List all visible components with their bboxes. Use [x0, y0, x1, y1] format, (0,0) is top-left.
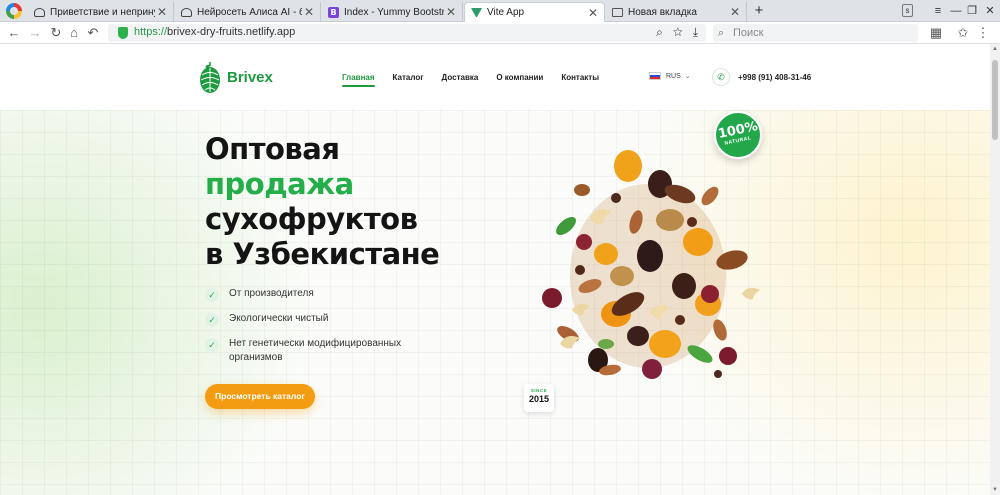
tab-label: Vite App — [487, 7, 525, 18]
nav-item-catalog[interactable]: Каталог — [393, 73, 424, 87]
feature-text: Нет генетически модифицированных организ… — [229, 338, 402, 363]
extensions-icon[interactable]: ⋮ — [975, 25, 991, 41]
close-tab-icon[interactable]: ✕ — [728, 5, 742, 19]
site-header: Brivex Главная Каталог Доставка О компан… — [0, 44, 990, 110]
since-label: SINCE — [530, 388, 548, 393]
russia-flag-icon — [649, 72, 661, 80]
feature-text: От производителя — [229, 288, 314, 299]
language-label: RUS — [666, 72, 681, 80]
bootstrap-icon: B — [328, 6, 339, 18]
check-icon: ✓ — [205, 338, 219, 352]
zoom-search-icon[interactable]: ⌕ — [656, 25, 663, 39]
cloud-icon — [34, 7, 45, 17]
close-tab-icon[interactable]: ✕ — [155, 5, 169, 19]
pinecone-logo-icon — [200, 61, 220, 93]
hero-title-line: в Узбекистане — [205, 237, 440, 271]
tab-manager-icon[interactable]: s — [902, 4, 913, 17]
main-nav: Главная Каталог Доставка О компании Конт… — [342, 73, 617, 87]
hero-title-accent: продажа — [205, 167, 354, 201]
url-actions: ⌕ ☆ ⤓ — [656, 25, 698, 40]
maximize-icon[interactable]: ❐ — [964, 3, 980, 19]
natural-badge: 100% NATURAL — [714, 111, 762, 159]
scrollbar-thumb[interactable] — [992, 60, 998, 140]
feature-text: Экологически чистый — [229, 313, 329, 324]
page-scrollbar[interactable]: ▲ ▼ — [990, 44, 1000, 495]
since-badge: SINCE 2015 — [524, 384, 554, 412]
reload-icon[interactable]: ↻ — [48, 25, 64, 41]
download-icon[interactable]: ⤓ — [693, 25, 698, 39]
tab-label: Нейросеть Алиса AI - бесплатно — [197, 6, 302, 18]
phone-number: +998 (91) 408-31-46 — [738, 72, 812, 82]
home-icon[interactable]: ⌂ — [66, 25, 82, 41]
url-protocol: https:// — [134, 26, 168, 38]
language-selector[interactable]: RUS ⌄ — [649, 72, 691, 80]
new-tab-button[interactable]: + — [750, 2, 768, 20]
menu-icon[interactable]: ≡ — [930, 3, 946, 19]
forward-icon[interactable]: → — [27, 25, 43, 41]
feature-item: ✓ Нет генетически модифицированных орган… — [205, 337, 404, 365]
tab-label: Новая вкладка — [628, 6, 697, 18]
search-icon: ⌕ — [718, 27, 725, 39]
dried-fruits-image — [542, 150, 760, 379]
fruit-cluster — [542, 150, 760, 379]
nav-item-home[interactable]: Главная — [342, 73, 375, 87]
back-icon[interactable]: ← — [6, 25, 22, 41]
browser-tab[interactable]: Новая вкладка ✕ — [606, 2, 747, 22]
close-tab-icon[interactable]: ✕ — [302, 5, 316, 19]
chevron-down-icon: ⌄ — [684, 73, 691, 80]
brand-logo[interactable]: Brivex — [199, 60, 273, 94]
url-text: https://brivex-dry-fruits.netlify.app — [134, 26, 295, 38]
favorites-icon[interactable]: ✩ — [955, 25, 971, 41]
browser-tab-active[interactable]: Vite App ✕ — [464, 2, 605, 22]
feature-item: ✓ От производителя — [205, 287, 404, 302]
vite-icon — [471, 8, 482, 17]
url-field[interactable]: https://brivex-dry-fruits.netlify.app ⌕ … — [108, 24, 706, 42]
minimize-icon[interactable]: — — [948, 3, 964, 19]
scroll-down-icon[interactable]: ▼ — [991, 487, 999, 493]
yandex-browser-logo-icon[interactable] — [6, 3, 22, 19]
tab-label: Приветствие и непринуждённый — [50, 6, 155, 18]
phone-contact[interactable]: ✆ +998 (91) 408-31-46 — [712, 68, 811, 86]
since-year: 2015 — [528, 394, 550, 404]
search-placeholder: Поиск — [733, 27, 764, 39]
view-catalog-button[interactable]: Просмотреть каталог — [205, 384, 315, 409]
browser-tab[interactable]: Приветствие и непринуждённый ✕ — [28, 2, 174, 22]
browser-tab-bar: Приветствие и непринуждённый ✕ Нейросеть… — [0, 0, 1000, 22]
nav-item-about[interactable]: О компании — [496, 73, 543, 87]
feature-list: ✓ От производителя ✓ Экологически чистый… — [205, 287, 404, 375]
address-bar-row: ← → ↻ ⌂ ↶ https://brivex-dry-fruits.netl… — [0, 22, 1000, 44]
hero-title: Оптовая продажа сухофруктов в Узбекистан… — [205, 132, 440, 272]
nav-item-contacts[interactable]: Контакты — [561, 73, 599, 87]
check-icon: ✓ — [205, 313, 219, 327]
close-tab-icon[interactable]: ✕ — [586, 6, 600, 20]
url-host: brivex-dry-fruits.netlify.app — [167, 26, 296, 38]
brand-name: Brivex — [227, 68, 273, 86]
search-input[interactable]: ⌕ Поиск — [713, 24, 918, 42]
feature-item: ✓ Экологически чистый — [205, 312, 404, 327]
website-viewport: Brivex Главная Каталог Доставка О компан… — [0, 44, 990, 495]
phone-icon: ✆ — [712, 68, 730, 86]
hero-title-line: Оптовая — [205, 132, 340, 166]
nav-item-delivery[interactable]: Доставка — [442, 73, 479, 87]
history-icon[interactable]: ↶ — [85, 25, 101, 41]
tab-label: Index - Yummy Bootstrap Template — [344, 6, 444, 18]
page-icon — [612, 7, 623, 17]
cloud-icon — [181, 7, 192, 17]
close-tab-icon[interactable]: ✕ — [444, 5, 458, 19]
browser-tab[interactable]: B Index - Yummy Bootstrap Template ✕ — [322, 2, 463, 22]
check-icon: ✓ — [205, 288, 219, 302]
browser-tab[interactable]: Нейросеть Алиса AI - бесплатно ✕ — [175, 2, 321, 22]
grid-apps-icon[interactable]: ▦ — [928, 25, 944, 41]
scroll-up-icon[interactable]: ▲ — [991, 46, 999, 52]
hero-title-line: сухофруктов — [205, 202, 418, 236]
bookmark-star-icon[interactable]: ☆ — [673, 25, 683, 39]
close-window-icon[interactable]: ✕ — [982, 3, 998, 19]
secure-shield-icon — [118, 27, 128, 39]
